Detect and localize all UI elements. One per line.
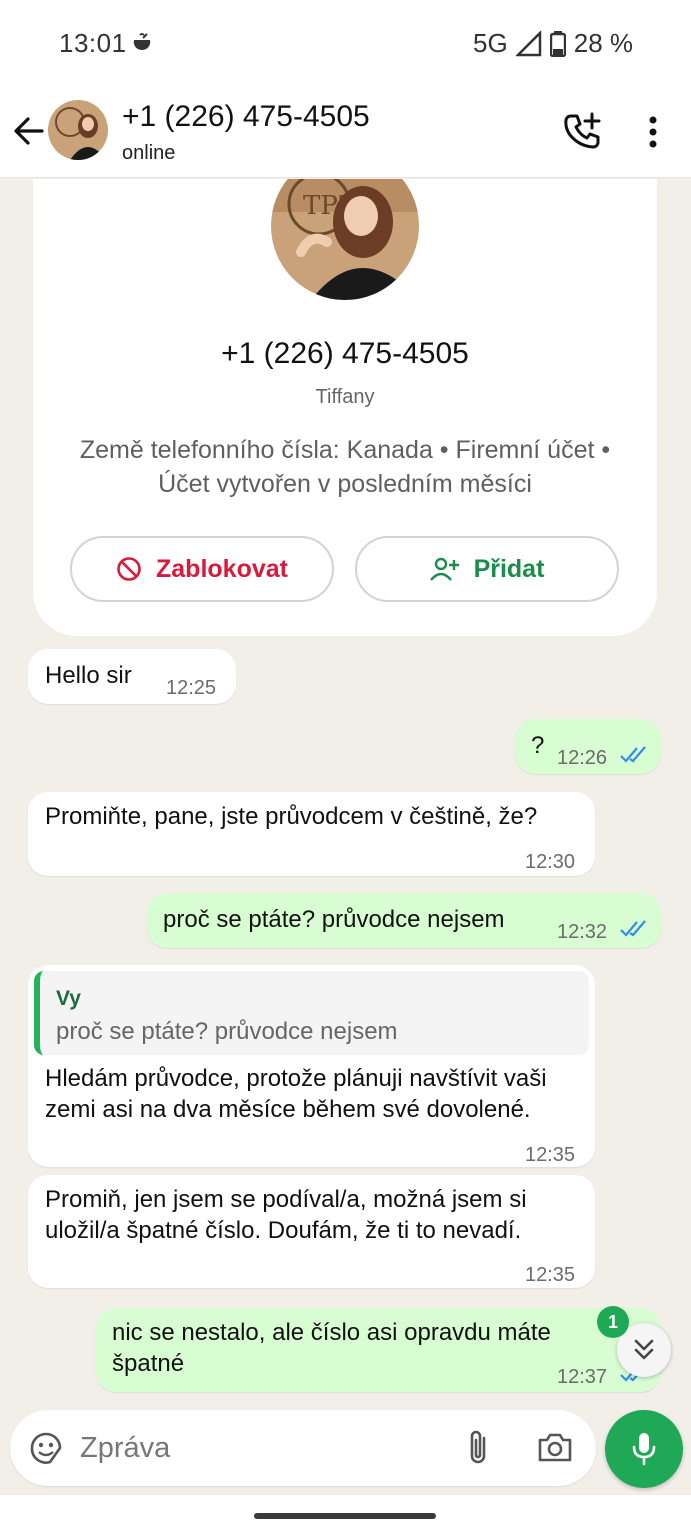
battery-icon [549, 30, 566, 57]
message-outgoing[interactable]: proč se ptáte? průvodce nejsem 12:32 [147, 893, 661, 948]
message-text: ? [531, 732, 545, 759]
chat-header: +1 (226) 475-4505 online [0, 88, 691, 178]
contact-info-card: TPZ +1 (226) 475-4505 Tiffany Země telef… [33, 179, 657, 636]
message-time: 12:26 [557, 747, 608, 769]
message-incoming-reply[interactable]: Vy proč se ptáte? průvodce nejsem Hledám… [28, 965, 595, 1167]
message-time: 12:37 [557, 1366, 608, 1388]
battery-percent: 28 % [573, 28, 633, 58]
quote-text: proč se ptáte? průvodce nejsem [56, 1018, 398, 1045]
contact-photo[interactable]: TPZ [271, 179, 419, 300]
block-button[interactable]: Zablokovat [70, 536, 334, 602]
attach-icon[interactable] [462, 1428, 494, 1468]
message-text: Promiň, jen jsem se podíval/a, možná jse… [45, 1186, 527, 1244]
contact-phone: +1 (226) 475-4505 [221, 337, 469, 370]
message-time: 12:32 [557, 921, 608, 943]
status-right: 5G 28 % [473, 28, 633, 59]
network-label: 5G [473, 28, 508, 58]
system-nav-bar [0, 1495, 691, 1536]
message-text: Hledám průvodce, protože plánuji navštív… [45, 1065, 547, 1123]
contact-name: Tiffany [315, 386, 375, 408]
status-time: 13:01 [59, 28, 127, 58]
message-text: Promiňte, pane, jste průvodcem v češtině… [45, 803, 538, 830]
message-input[interactable] [80, 1424, 440, 1472]
double-chevron-down-icon [634, 1339, 654, 1360]
back-arrow-icon[interactable] [12, 114, 46, 148]
avatar[interactable] [48, 100, 108, 160]
message-outgoing[interactable]: nic se nestalo, ale číslo asi opravdu má… [96, 1308, 661, 1392]
contact-photo-image: TPZ [271, 179, 419, 300]
message-time: 12:30 [525, 851, 576, 873]
add-person-icon [429, 557, 459, 581]
camera-icon[interactable] [536, 1430, 574, 1466]
message-incoming[interactable]: Hello sir 12:25 [28, 649, 236, 704]
contact-meta: Země telefonního čísla: Kanada • Firemní… [79, 436, 611, 498]
notification-icon [133, 33, 151, 51]
contact-status: online [122, 142, 176, 164]
message-time: 12:35 [525, 1264, 576, 1286]
unread-count-badge: 1 [597, 1306, 629, 1338]
composer [10, 1410, 596, 1486]
read-ticks-icon [620, 746, 646, 763]
add-label: Přidat [473, 554, 545, 583]
message-time: 12:35 [525, 1144, 576, 1166]
message-text: proč se ptáte? průvodce nejsem [163, 906, 505, 933]
add-contact-button[interactable]: Přidat [355, 536, 619, 602]
voice-record-button[interactable] [605, 1410, 683, 1488]
signal-icon [515, 30, 541, 56]
block-label: Zablokovat [156, 554, 288, 583]
message-incoming[interactable]: Promiňte, pane, jste průvodcem v češtině… [28, 792, 595, 876]
home-handle[interactable] [254, 1513, 436, 1519]
avatar-image [48, 100, 108, 160]
read-ticks-icon [620, 920, 646, 937]
more-vert-icon[interactable] [640, 114, 666, 150]
status-bar: 13:01 5G 28 % [0, 0, 691, 88]
message-incoming[interactable]: Promiň, jen jsem se podíval/a, možná jse… [28, 1175, 595, 1288]
message-text: nic se nestalo, ale číslo asi opravdu má… [112, 1319, 551, 1377]
quoted-message[interactable]: Vy proč se ptáte? průvodce nejsem [34, 971, 589, 1055]
message-outgoing[interactable]: ? 12:26 [515, 719, 661, 774]
chat-area[interactable]: TPZ +1 (226) 475-4505 Tiffany Země telef… [0, 179, 691, 1407]
emoji-icon[interactable] [28, 1430, 64, 1466]
message-text: Hello sir [45, 662, 132, 689]
contact-title[interactable]: +1 (226) 475-4505 [122, 100, 370, 134]
call-add-icon[interactable] [562, 110, 604, 152]
quote-author: Vy [56, 987, 81, 1010]
mic-icon [632, 1433, 656, 1466]
message-time: 12:25 [166, 677, 217, 699]
block-icon [117, 557, 141, 581]
